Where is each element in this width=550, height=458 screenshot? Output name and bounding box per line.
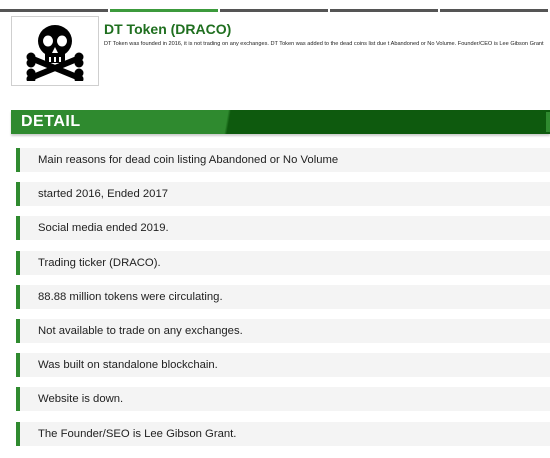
list-item: The Founder/SEO is Lee Gibson Grant.	[16, 421, 550, 446]
nav-tab-1[interactable]	[0, 9, 108, 12]
coin-title: DT Token (DRACO)	[104, 21, 232, 37]
coin-description: DT Token was founded in 2016, it is not …	[104, 41, 544, 47]
coin-logo	[11, 16, 99, 86]
list-item-text: Trading ticker (DRACO).	[38, 256, 161, 269]
coin-header-card: DT Token (DRACO) DT Token was founded in…	[11, 16, 550, 86]
list-item: Website is down.	[16, 387, 550, 412]
list-item-text: started 2016, Ended 2017	[38, 188, 169, 201]
list-item: Trading ticker (DRACO).	[16, 250, 550, 275]
nav-tab-3[interactable]	[220, 9, 328, 12]
nav-tab-5[interactable]	[440, 9, 548, 12]
list-item: 88.88 million tokens were circulating.	[16, 284, 550, 309]
list-item-text: Was built on standalone blockchain.	[38, 359, 218, 372]
list-item: Main reasons for dead coin listing Aband…	[16, 148, 550, 172]
list-item-text: Social media ended 2019.	[38, 222, 169, 235]
list-item: Not available to trade on any exchanges.	[16, 318, 550, 343]
detail-list: Main reasons for dead coin listing Aband…	[16, 148, 550, 456]
header-notch	[546, 112, 550, 132]
list-item: started 2016, Ended 2017	[16, 182, 550, 207]
list-item-text: 88.88 million tokens were circulating.	[38, 290, 223, 303]
skull-crossbones-icon	[26, 25, 84, 81]
top-nav-strip	[0, 0, 550, 12]
list-item: Was built on standalone blockchain.	[16, 353, 550, 378]
nav-tab-4[interactable]	[330, 9, 438, 12]
list-item-text: Not available to trade on any exchanges.	[38, 324, 243, 337]
list-item-text: Website is down.	[38, 393, 124, 406]
detail-heading: DETAIL	[21, 113, 81, 130]
list-item-text: Main reasons for dead coin listing Aband…	[38, 154, 339, 166]
nav-tab-2[interactable]	[110, 9, 218, 12]
list-item: Social media ended 2019.	[16, 216, 550, 241]
list-item-text: The Founder/SEO is Lee Gibson Grant.	[38, 427, 237, 440]
detail-section-header: DETAIL	[11, 110, 550, 134]
